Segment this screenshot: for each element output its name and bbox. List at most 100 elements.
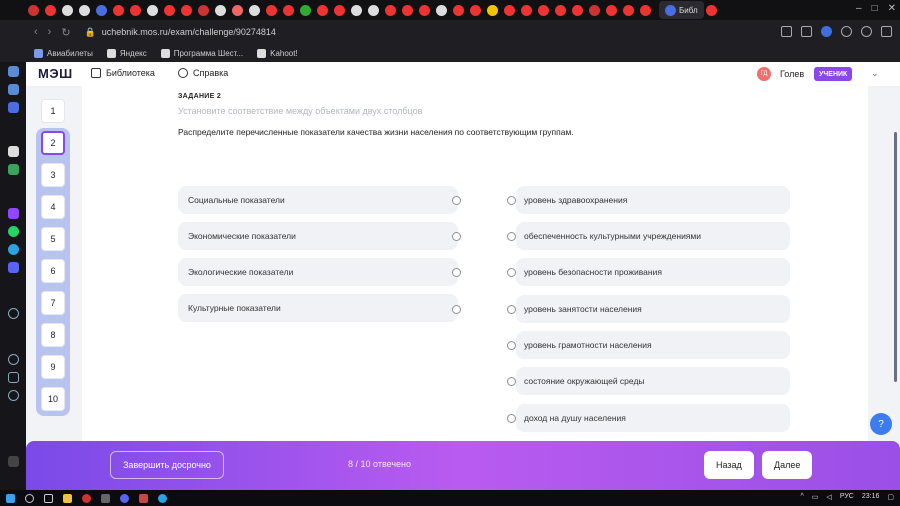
left-connector[interactable] — [452, 232, 461, 241]
more-icon[interactable] — [8, 456, 19, 467]
tab-favicon[interactable] — [300, 4, 311, 16]
question-button-1[interactable]: 1 — [41, 99, 65, 123]
question-button-3[interactable]: 3 — [41, 163, 65, 187]
speeddial-icon[interactable] — [8, 66, 19, 77]
download-icon[interactable] — [8, 84, 19, 95]
tab-favicon[interactable] — [504, 4, 515, 16]
tab-favicon[interactable] — [215, 4, 226, 16]
right-connector[interactable] — [507, 268, 516, 277]
tab-favicon[interactable] — [538, 4, 549, 16]
chevron-up-icon[interactable]: ^ — [801, 493, 804, 501]
discord-icon[interactable] — [8, 262, 19, 273]
back-button[interactable]: Назад — [704, 451, 754, 479]
tab-favicon[interactable] — [589, 4, 600, 16]
tab-favicon[interactable] — [79, 4, 90, 16]
finish-early-button[interactable]: Завершить досрочно — [110, 451, 224, 479]
right-item[interactable]: доход на душу населения — [516, 404, 790, 432]
back-icon[interactable]: ‹ — [34, 26, 38, 38]
tab-favicon[interactable] — [368, 4, 379, 16]
tab-favicon[interactable] — [113, 4, 124, 16]
url-field[interactable]: uchebnik.mos.ru/exam/challenge/90274814 — [102, 27, 276, 37]
scrollbar[interactable] — [894, 132, 897, 382]
taskview-icon[interactable] — [44, 493, 53, 503]
adblock-icon[interactable] — [841, 26, 852, 37]
tab-favicon[interactable] — [640, 4, 651, 16]
m-icon[interactable] — [8, 102, 19, 113]
question-button-6[interactable]: 6 — [41, 259, 65, 283]
twitch-icon[interactable] — [8, 208, 19, 219]
mesh-logo[interactable]: МЭШ — [38, 66, 73, 81]
bookmark-item[interactable]: Авиабилеты — [34, 48, 93, 58]
tab-favicon[interactable] — [470, 4, 481, 16]
volume-icon[interactable]: ◁ — [826, 493, 831, 501]
question-button-9[interactable]: 9 — [41, 355, 65, 379]
tab-favicon[interactable] — [334, 4, 345, 16]
forward-icon[interactable]: › — [48, 26, 52, 38]
question-button-4[interactable]: 4 — [41, 195, 65, 219]
tab-favicon[interactable] — [198, 4, 209, 16]
tab-favicon[interactable] — [555, 4, 566, 16]
whatsapp-icon[interactable] — [8, 226, 19, 237]
avatar[interactable]: ГД — [757, 67, 771, 81]
question-button-2[interactable]: 2 — [41, 131, 65, 155]
left-item[interactable]: Экономические показатели — [178, 222, 458, 250]
language-indicator[interactable]: РУС — [840, 493, 854, 501]
bookmark-item[interactable]: Программа Шест... — [160, 48, 243, 58]
bookmark-item[interactable]: Kahoot! — [257, 48, 298, 58]
tab-favicon[interactable] — [96, 4, 107, 16]
close-icon[interactable]: ✕ — [888, 3, 896, 14]
left-item[interactable]: Социальные показатели — [178, 186, 458, 214]
left-item[interactable]: Культурные показатели — [178, 294, 458, 322]
clock[interactable]: 23:16 — [862, 493, 880, 501]
add-icon[interactable] — [8, 308, 19, 319]
app-icon[interactable] — [139, 493, 148, 503]
tab-favicon[interactable] — [385, 4, 396, 16]
vpn-icon[interactable] — [821, 26, 832, 37]
tab-favicon[interactable] — [487, 4, 498, 16]
help-link[interactable]: Справка — [178, 68, 228, 78]
tab-favicon[interactable] — [45, 4, 56, 16]
left-connector[interactable] — [452, 268, 461, 277]
right-item[interactable]: уровень безопасности проживания — [516, 258, 790, 286]
tab-favicon[interactable] — [130, 4, 141, 16]
reload-icon[interactable]: ↻ — [61, 26, 70, 39]
next-button[interactable]: Далее — [762, 451, 813, 479]
left-connector[interactable] — [452, 305, 461, 314]
tab-favicon[interactable] — [164, 4, 175, 16]
right-connector[interactable] — [507, 414, 516, 423]
tab-favicon[interactable] — [351, 4, 362, 16]
right-connector[interactable] — [507, 341, 516, 350]
history-icon[interactable] — [8, 354, 19, 365]
chevron-down-icon[interactable]: ⌄ — [871, 68, 879, 79]
right-connector[interactable] — [507, 377, 516, 386]
right-connector[interactable] — [507, 196, 516, 205]
tab-favicon[interactable] — [436, 4, 447, 16]
right-connector[interactable] — [507, 232, 516, 241]
settings-icon[interactable] — [8, 390, 19, 401]
question-button-5[interactable]: 5 — [41, 227, 65, 251]
aria-icon[interactable] — [8, 146, 19, 157]
tab-favicon[interactable] — [705, 4, 717, 16]
extension-icon[interactable] — [8, 164, 19, 175]
tab-favicon[interactable] — [283, 4, 294, 16]
right-item[interactable]: уровень грамотности населения — [516, 331, 790, 359]
tab-favicon[interactable] — [521, 4, 532, 16]
snapshot-icon[interactable] — [801, 26, 812, 37]
telegram-icon[interactable] — [8, 244, 19, 255]
tab-favicon[interactable] — [232, 4, 243, 16]
tab-favicon[interactable] — [572, 4, 583, 16]
tab-favicon[interactable] — [266, 4, 277, 16]
discord-taskbar-icon[interactable] — [120, 493, 129, 503]
menu-icon[interactable] — [881, 26, 892, 37]
question-button-10[interactable]: 10 — [41, 387, 65, 411]
library-link[interactable]: Библиотека — [91, 68, 155, 78]
right-connector[interactable] — [507, 305, 516, 314]
network-icon[interactable]: ▭ — [812, 493, 819, 501]
user-name[interactable]: Голев — [780, 69, 804, 79]
windows-start-icon[interactable] — [6, 493, 15, 503]
left-item[interactable]: Экологические показатели — [178, 258, 458, 286]
active-tab[interactable]: Библ — [659, 1, 704, 19]
help-button[interactable]: ? — [870, 413, 892, 435]
camera-icon[interactable] — [781, 26, 792, 37]
tab-favicon[interactable] — [28, 4, 39, 16]
